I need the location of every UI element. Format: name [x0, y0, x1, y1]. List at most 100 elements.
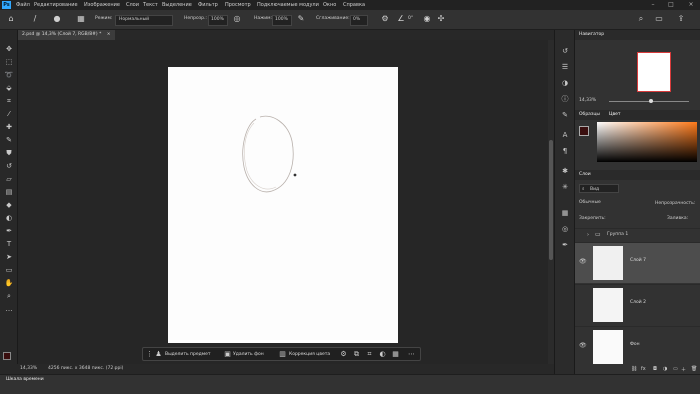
- layer-group-row[interactable]: › ▭ Группа 1: [575, 228, 700, 240]
- brush-settings-panel-icon[interactable]: ✎: [560, 110, 570, 120]
- blur-tool-icon[interactable]: ◆: [4, 200, 14, 210]
- shapes-icon[interactable]: ✱: [560, 166, 570, 176]
- close-icon[interactable]: ×: [684, 0, 698, 10]
- paragraph-icon[interactable]: ¶: [560, 146, 570, 156]
- color-picker-field[interactable]: [597, 122, 697, 162]
- scrollbar-thumb[interactable]: [549, 140, 553, 260]
- pen-tool-icon[interactable]: ✒: [4, 226, 14, 236]
- layer-row[interactable]: 👁 Фон: [575, 326, 700, 367]
- move-tool-icon[interactable]: ✥: [4, 44, 14, 54]
- new-group-icon[interactable]: ▭: [673, 366, 678, 372]
- tab-color[interactable]: Цвет: [609, 110, 621, 120]
- more-tools-icon[interactable]: …: [4, 304, 14, 314]
- healing-tool-icon[interactable]: ✚: [4, 122, 14, 132]
- workspace-icon[interactable]: ▭: [654, 14, 664, 24]
- eye-icon[interactable]: 👁: [579, 258, 587, 265]
- character-icon[interactable]: A: [560, 130, 570, 140]
- brush-tool-icon[interactable]: /: [30, 14, 40, 24]
- glyphs-icon[interactable]: ✳: [560, 182, 570, 192]
- menu-select[interactable]: Выделение: [162, 0, 192, 10]
- delete-layer-icon[interactable]: 🗑: [691, 366, 697, 372]
- remove-bg-button[interactable]: Удалить фон: [233, 352, 264, 357]
- flow-field[interactable]: 100%: [272, 15, 292, 26]
- share-icon[interactable]: ⇪: [676, 14, 686, 24]
- zoom-tool-icon[interactable]: ⌕: [4, 291, 14, 301]
- symmetry-icon[interactable]: ✣: [436, 14, 446, 24]
- zoom-level[interactable]: 14,33%: [20, 364, 37, 374]
- status-arrow-icon[interactable]: ›: [114, 364, 116, 374]
- layer-name[interactable]: Слой 7: [630, 258, 646, 263]
- document-tab[interactable]: 2.psd @ 14,3% (Слой 7, RGB/8#) * ×: [18, 30, 115, 40]
- airbrush-icon[interactable]: ✎: [296, 14, 306, 24]
- stamp-tool-icon[interactable]: ⛊: [4, 148, 14, 158]
- navigator-thumbnail[interactable]: [637, 52, 671, 92]
- type-tool-icon[interactable]: T: [4, 239, 14, 249]
- document-canvas[interactable]: [168, 67, 398, 343]
- menu-help[interactable]: Справка: [343, 0, 365, 10]
- mask-layer-icon[interactable]: ◘: [653, 366, 657, 372]
- crop-icon[interactable]: ⌗: [365, 350, 374, 359]
- adjustment-layer-icon[interactable]: ◑: [663, 366, 667, 372]
- menu-image[interactable]: Изображение: [84, 0, 120, 10]
- history-icon[interactable]: ↺: [560, 46, 570, 56]
- history-brush-icon[interactable]: ↺: [4, 161, 14, 171]
- menu-view[interactable]: Просмотр: [225, 0, 251, 10]
- maximize-icon[interactable]: □: [664, 0, 678, 10]
- layer-filter-select[interactable]: ⌕ Вид: [579, 184, 619, 193]
- adjust-icon[interactable]: ⚙: [339, 350, 348, 359]
- layers-panel-icon[interactable]: ▦: [560, 208, 570, 218]
- menu-edit[interactable]: Редактирование: [34, 0, 78, 10]
- mode-select[interactable]: Нормальный: [115, 15, 173, 26]
- layer-icon[interactable]: ▦: [391, 350, 400, 359]
- menu-file[interactable]: Файл: [16, 0, 30, 10]
- gradient-tool-icon[interactable]: ▤: [4, 187, 14, 197]
- mask-icon[interactable]: ◐: [378, 350, 387, 359]
- link-layers-icon[interactable]: ⛓: [631, 366, 637, 372]
- eye-icon[interactable]: 👁: [579, 342, 587, 349]
- foreground-color-swatch[interactable]: [3, 352, 11, 360]
- menu-window[interactable]: Окно: [323, 0, 336, 10]
- timeline-title[interactable]: Шкала времени: [6, 377, 44, 382]
- layer-row[interactable]: 👁 Слой 7: [575, 242, 700, 283]
- menu-filter[interactable]: Фильтр: [198, 0, 218, 10]
- brush-preset-icon[interactable]: ●: [52, 14, 62, 24]
- search-icon[interactable]: ⌕: [636, 14, 646, 24]
- crop-tool-icon[interactable]: ⌗: [4, 96, 14, 106]
- properties-icon[interactable]: ☰: [560, 62, 570, 72]
- eyedropper-tool-icon[interactable]: ⁄: [4, 109, 14, 119]
- channels-icon[interactable]: ◎: [560, 224, 570, 234]
- object-select-tool-icon[interactable]: ⬙: [4, 83, 14, 93]
- brush-tool-icon[interactable]: ✎: [4, 135, 14, 145]
- layer-row[interactable]: Слой 2: [575, 284, 700, 325]
- transform-icon[interactable]: ⧉: [352, 350, 361, 359]
- close-tab-icon[interactable]: ×: [107, 32, 111, 37]
- new-layer-icon[interactable]: ＋: [681, 366, 686, 373]
- opacity-field[interactable]: 100%: [208, 15, 228, 26]
- fx-icon[interactable]: fx: [641, 366, 646, 372]
- eraser-tool-icon[interactable]: ▱: [4, 174, 14, 184]
- pressure-opacity-icon[interactable]: ◎: [232, 14, 242, 24]
- brush-settings-icon[interactable]: ▦: [76, 14, 86, 24]
- group-name[interactable]: Группа 1: [607, 232, 628, 237]
- hand-tool-icon[interactable]: ✋: [4, 278, 14, 288]
- path-select-icon[interactable]: ➤: [4, 252, 14, 262]
- menu-layers[interactable]: Слои: [126, 0, 139, 10]
- select-subject-button[interactable]: Выделить предмет: [165, 352, 211, 357]
- navigator-zoom-slider[interactable]: [609, 99, 689, 103]
- smoothing-field[interactable]: 0%: [350, 15, 368, 26]
- pressure-size-icon[interactable]: ◉: [422, 14, 432, 24]
- drag-handle-icon[interactable]: ⋮: [145, 350, 154, 359]
- marquee-tool-icon[interactable]: ⬚: [4, 57, 14, 67]
- blend-mode-select[interactable]: Обычные: [579, 198, 635, 207]
- layer-name[interactable]: Фон: [630, 342, 640, 347]
- layer-name[interactable]: Слой 2: [630, 300, 646, 305]
- angle-value[interactable]: 0°: [408, 16, 413, 21]
- adjustments-icon[interactable]: ◑: [560, 78, 570, 88]
- lasso-tool-icon[interactable]: ➰: [4, 70, 14, 80]
- shape-tool-icon[interactable]: ▭: [4, 265, 14, 275]
- smoothing-settings-icon[interactable]: ⚙: [380, 14, 390, 24]
- minimize-icon[interactable]: –: [646, 0, 660, 10]
- paths-icon[interactable]: ✒: [560, 240, 570, 250]
- info-icon[interactable]: ⓘ: [560, 94, 570, 104]
- navigator-title[interactable]: Навигатор: [579, 30, 604, 40]
